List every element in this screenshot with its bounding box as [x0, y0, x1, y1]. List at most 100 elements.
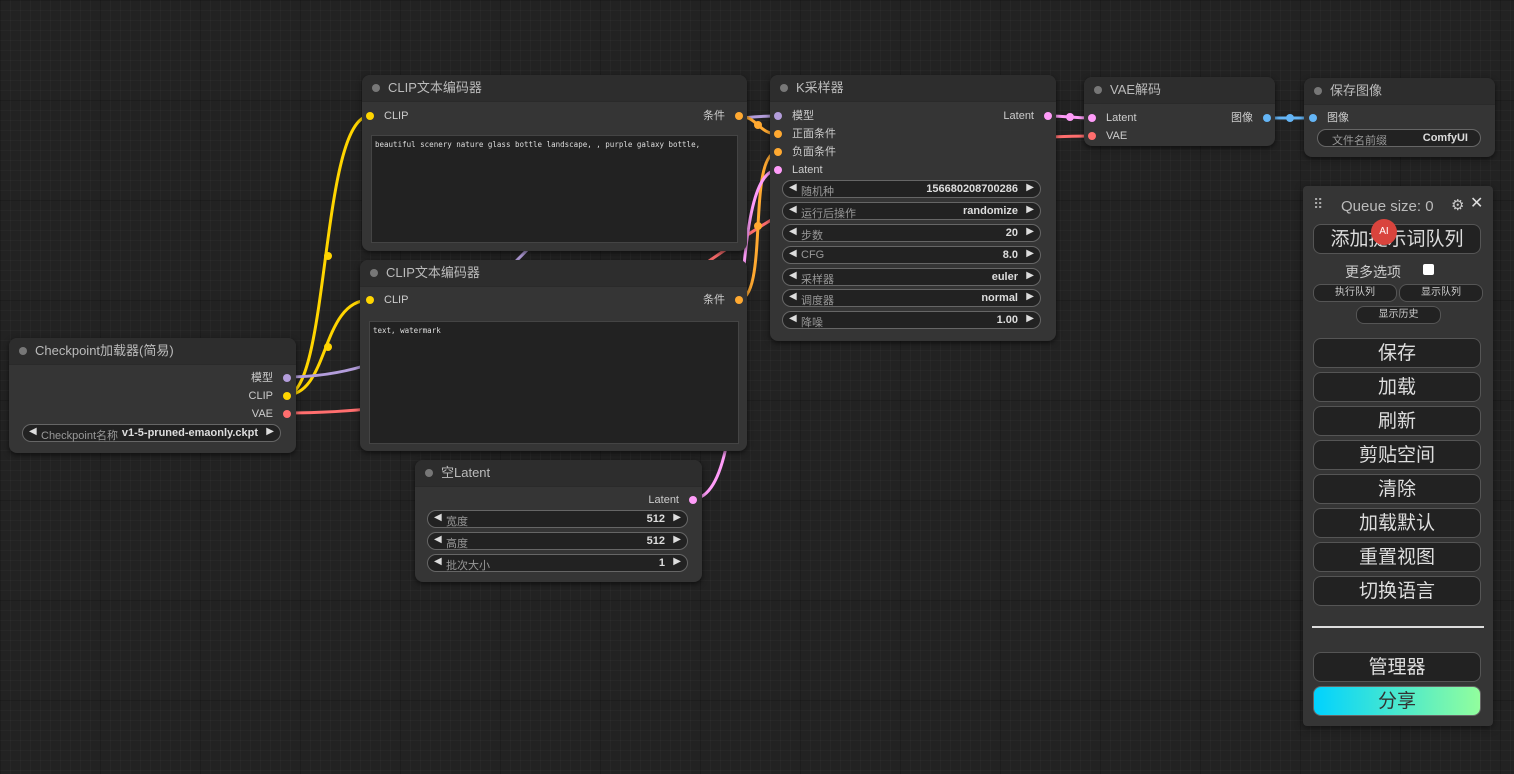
steps-widget[interactable]: ◀ 步数 20 ▶	[782, 224, 1041, 242]
node-title[interactable]: VAE解码	[1084, 77, 1275, 104]
decrement-arrow-icon[interactable]: ◀	[434, 512, 442, 523]
control-after-generate-widget[interactable]: ◀ 运行后操作 randomize ▶	[782, 202, 1041, 220]
vae-input-slot[interactable]: VAE	[1088, 129, 1127, 143]
clip-input-slot[interactable]: CLIP	[366, 109, 408, 123]
widget-value[interactable]: normal	[981, 292, 1018, 304]
slot-dot[interactable]	[735, 296, 743, 304]
decrement-arrow-icon[interactable]: ◀	[789, 248, 797, 259]
cfg-widget[interactable]: ◀ CFG 8.0 ▶	[782, 246, 1041, 264]
node-title[interactable]: CLIP文本编码器	[362, 75, 747, 102]
slot-dot[interactable]	[1044, 112, 1052, 120]
image-input-slot[interactable]: 图像	[1309, 111, 1349, 125]
increment-arrow-icon[interactable]: ▶	[1026, 313, 1034, 324]
empty-latent-node[interactable]: 空Latent Latent ◀ 宽度 512 ▶ ◀ 高度 512 ▶ ◀ 批次大小 1 ▶	[415, 460, 702, 582]
slot-dot[interactable]	[1263, 114, 1271, 122]
decrement-arrow-icon[interactable]: ◀	[789, 291, 797, 302]
widget-value[interactable]: 20	[1006, 227, 1018, 239]
slot-dot[interactable]	[774, 130, 782, 138]
widget-value[interactable]: 512	[647, 535, 665, 547]
slot-dot[interactable]	[366, 296, 374, 304]
close-icon[interactable]: ✕	[1470, 193, 1483, 213]
node-title[interactable]: K采样器	[770, 75, 1056, 102]
clip-text-encode-negative-node[interactable]: CLIP文本编码器 CLIP 条件 text, watermark	[360, 260, 747, 451]
conditioning-output-slot[interactable]: 条件	[703, 293, 743, 307]
slot-dot[interactable]	[774, 148, 782, 156]
manager-button[interactable]: 管理器	[1313, 652, 1481, 682]
queue-prompt-button[interactable]: 添加提示词队列	[1313, 224, 1481, 254]
increment-arrow-icon[interactable]: ▶	[266, 426, 274, 437]
increment-arrow-icon[interactable]: ▶	[673, 534, 681, 545]
prompt-textarea[interactable]: beautiful scenery nature glass bottle la…	[371, 135, 738, 243]
node-title[interactable]: 保存图像	[1304, 78, 1495, 105]
increment-arrow-icon[interactable]: ▶	[673, 556, 681, 567]
scheduler-widget[interactable]: ◀ 调度器 normal ▶	[782, 289, 1041, 307]
model-output-slot[interactable]: 模型	[251, 371, 291, 385]
ai-badge-icon[interactable]: AI	[1371, 219, 1397, 245]
slot-dot[interactable]	[283, 374, 291, 382]
increment-arrow-icon[interactable]: ▶	[1026, 182, 1034, 193]
increment-arrow-icon[interactable]: ▶	[673, 512, 681, 523]
increment-arrow-icon[interactable]: ▶	[1026, 226, 1034, 237]
decrement-arrow-icon[interactable]: ◀	[434, 556, 442, 567]
slot-dot[interactable]	[774, 112, 782, 120]
widget-value[interactable]: 1	[659, 557, 665, 569]
increment-arrow-icon[interactable]: ▶	[1026, 204, 1034, 215]
conditioning-output-slot[interactable]: 条件	[703, 109, 743, 123]
filename-prefix-widget[interactable]: 文件名前缀 ComfyUI	[1317, 129, 1481, 147]
latent-output-slot[interactable]: Latent	[1003, 109, 1052, 123]
widget-value[interactable]: 512	[647, 513, 665, 525]
gear-icon[interactable]: ⚙	[1451, 196, 1464, 214]
denoise-widget[interactable]: ◀ 降噪 1.00 ▶	[782, 311, 1041, 329]
latent-input-slot[interactable]: Latent	[1088, 111, 1137, 125]
slot-dot[interactable]	[283, 392, 291, 400]
node-title[interactable]: Checkpoint加载器(简易)	[9, 338, 296, 365]
negative-input-slot[interactable]: 负面条件	[774, 145, 836, 159]
clear-button[interactable]: 清除	[1313, 474, 1481, 504]
increment-arrow-icon[interactable]: ▶	[1026, 291, 1034, 302]
latent-output-slot[interactable]: Latent	[648, 493, 697, 507]
slot-dot[interactable]	[774, 166, 782, 174]
ckpt-name-widget[interactable]: ◀ Checkpoint名称 v1-5-pruned-emaonly.ckpt ▶	[22, 424, 281, 442]
widget-value[interactable]: randomize	[963, 205, 1018, 217]
clip-input-slot[interactable]: CLIP	[366, 293, 408, 307]
show-history-button[interactable]: 显示历史	[1356, 306, 1441, 324]
vae-decode-node[interactable]: VAE解码 Latent VAE 图像	[1084, 77, 1275, 146]
batch-size-widget[interactable]: ◀ 批次大小 1 ▶	[427, 554, 688, 572]
checkpoint-loader-node[interactable]: Checkpoint加载器(简易) 模型 CLIP VAE ◀ Checkpoin…	[9, 338, 296, 453]
node-title[interactable]: 空Latent	[415, 460, 702, 487]
image-output-slot[interactable]: 图像	[1231, 111, 1271, 125]
show-queue-button[interactable]: 显示队列	[1399, 284, 1483, 302]
decrement-arrow-icon[interactable]: ◀	[434, 534, 442, 545]
seed-widget[interactable]: ◀ 随机种 156680208700286 ▶	[782, 180, 1041, 198]
width-widget[interactable]: ◀ 宽度 512 ▶	[427, 510, 688, 528]
exec-queue-button[interactable]: 执行队列	[1313, 284, 1397, 302]
sampler-widget[interactable]: ◀ 采样器 euler ▶	[782, 268, 1041, 286]
increment-arrow-icon[interactable]: ▶	[1026, 270, 1034, 281]
clip-text-encode-positive-node[interactable]: CLIP文本编码器 CLIP 条件 beautiful scenery natu…	[362, 75, 747, 251]
clip-output-slot[interactable]: CLIP	[249, 389, 291, 403]
drag-handle-icon[interactable]: ⠿	[1313, 196, 1323, 213]
increment-arrow-icon[interactable]: ▶	[1026, 248, 1034, 259]
clipspace-button[interactable]: 剪贴空间	[1313, 440, 1481, 470]
refresh-button[interactable]: 刷新	[1313, 406, 1481, 436]
slot-dot[interactable]	[283, 410, 291, 418]
slot-dot[interactable]	[366, 112, 374, 120]
vae-output-slot[interactable]: VAE	[252, 407, 291, 421]
slot-dot[interactable]	[1088, 114, 1096, 122]
more-options-checkbox[interactable]	[1423, 264, 1434, 275]
widget-value[interactable]: euler	[992, 271, 1018, 283]
decrement-arrow-icon[interactable]: ◀	[789, 270, 797, 281]
widget-value[interactable]: v1-5-pruned-emaonly.ckpt	[122, 427, 258, 439]
decrement-arrow-icon[interactable]: ◀	[29, 426, 37, 437]
positive-input-slot[interactable]: 正面条件	[774, 127, 836, 141]
slot-dot[interactable]	[1309, 114, 1317, 122]
node-title[interactable]: CLIP文本编码器	[360, 260, 747, 287]
height-widget[interactable]: ◀ 高度 512 ▶	[427, 532, 688, 550]
reset-view-button[interactable]: 重置视图	[1313, 542, 1481, 572]
share-button[interactable]: 分享	[1313, 686, 1481, 716]
slot-dot[interactable]	[1088, 132, 1096, 140]
decrement-arrow-icon[interactable]: ◀	[789, 182, 797, 193]
save-button[interactable]: 保存	[1313, 338, 1481, 368]
widget-value[interactable]: 1.00	[997, 314, 1018, 326]
load-default-button[interactable]: 加载默认	[1313, 508, 1481, 538]
